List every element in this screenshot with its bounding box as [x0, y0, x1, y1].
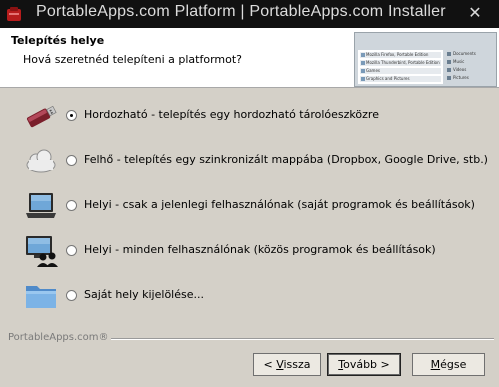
- cancel-button-accel: M: [430, 358, 441, 371]
- option-local-all[interactable]: Helyi - minden felhasználónak (közös pro…: [0, 235, 499, 267]
- cancel-button-rest: égse: [440, 358, 467, 371]
- separator: [111, 338, 494, 340]
- preview-side-item: Documents: [447, 50, 493, 58]
- computer-users-icon: [26, 236, 58, 267]
- wizard-content: Hordozható - telepítés egy hordozható tá…: [0, 88, 499, 387]
- back-button-prefix: <: [263, 358, 277, 371]
- usb-drive-icon: [26, 105, 57, 128]
- folder-icon: [26, 286, 56, 308]
- radio-cloud[interactable]: [66, 155, 77, 166]
- preview-side-item: Music: [447, 58, 493, 66]
- title-bar[interactable]: PortableApps.com Platform | PortableApps…: [0, 0, 499, 28]
- cancel-button[interactable]: Mégse: [412, 353, 485, 376]
- radio-custom[interactable]: [66, 290, 77, 301]
- window-title: PortableApps.com Platform | PortableApps…: [36, 3, 446, 20]
- option-label-portable[interactable]: Hordozható - telepítés egy hordozható tá…: [84, 108, 379, 121]
- preview-side-item: Videos: [447, 66, 493, 74]
- platform-preview-image: Mozilla Firefox, Portable Edition Mozill…: [354, 32, 497, 87]
- back-button[interactable]: < Vissza: [253, 353, 321, 376]
- option-label-cloud[interactable]: Felhő - telepítés egy szinkronizált mapp…: [84, 153, 488, 166]
- preview-app-item: Games: [360, 68, 441, 74]
- preview-app-item: Mozilla Thunderbird, Portable Edition: [360, 60, 441, 66]
- option-label-local-user[interactable]: Helyi - csak a jelenlegi felhasználónak …: [84, 198, 475, 211]
- cloud-icon: [26, 149, 56, 173]
- page-subtitle: Hová szeretnéd telepíteni a platformot?: [23, 53, 243, 66]
- wizard-header: Telepítés helye Hová szeretnéd telepíten…: [0, 28, 499, 88]
- option-custom[interactable]: Saját hely kijelölése...: [0, 280, 499, 312]
- next-button-rest: ovább >: [343, 358, 390, 371]
- back-button-rest: issza: [283, 358, 311, 371]
- brand-text: PortableApps.com®: [8, 332, 109, 343]
- option-portable[interactable]: Hordozható - telepítés egy hordozható tá…: [0, 100, 499, 132]
- preview-app-list: Mozilla Firefox, Portable Edition Mozill…: [358, 50, 443, 84]
- installer-window: PortableApps.com Platform | PortableApps…: [0, 0, 499, 387]
- preview-app-item: Mozilla Firefox, Portable Edition: [360, 52, 441, 58]
- option-cloud[interactable]: Felhő - telepítés egy szinkronizált mapp…: [0, 145, 499, 177]
- page-title: Telepítés helye: [11, 34, 105, 47]
- branding-row: PortableApps.com®: [0, 332, 499, 346]
- radio-local-all[interactable]: [66, 245, 77, 256]
- laptop-icon: [26, 193, 56, 218]
- close-icon: ✕: [468, 3, 482, 22]
- next-button[interactable]: Tovább >: [327, 353, 401, 376]
- option-local-user[interactable]: Helyi - csak a jelenlegi felhasználónak …: [0, 190, 499, 222]
- preview-app-item: Graphics and Pictures: [360, 76, 441, 82]
- radio-local-user[interactable]: [66, 200, 77, 211]
- radio-portable[interactable]: [66, 110, 77, 121]
- option-label-custom[interactable]: Saját hely kijelölése...: [84, 288, 204, 301]
- option-label-local-all[interactable]: Helyi - minden felhasználónak (közös pro…: [84, 243, 436, 256]
- preview-side-item: Pictures: [447, 74, 493, 82]
- close-button[interactable]: ✕: [455, 2, 495, 24]
- app-icon: [7, 7, 21, 21]
- preview-side-menu: Documents Music Videos Pictures: [447, 50, 493, 84]
